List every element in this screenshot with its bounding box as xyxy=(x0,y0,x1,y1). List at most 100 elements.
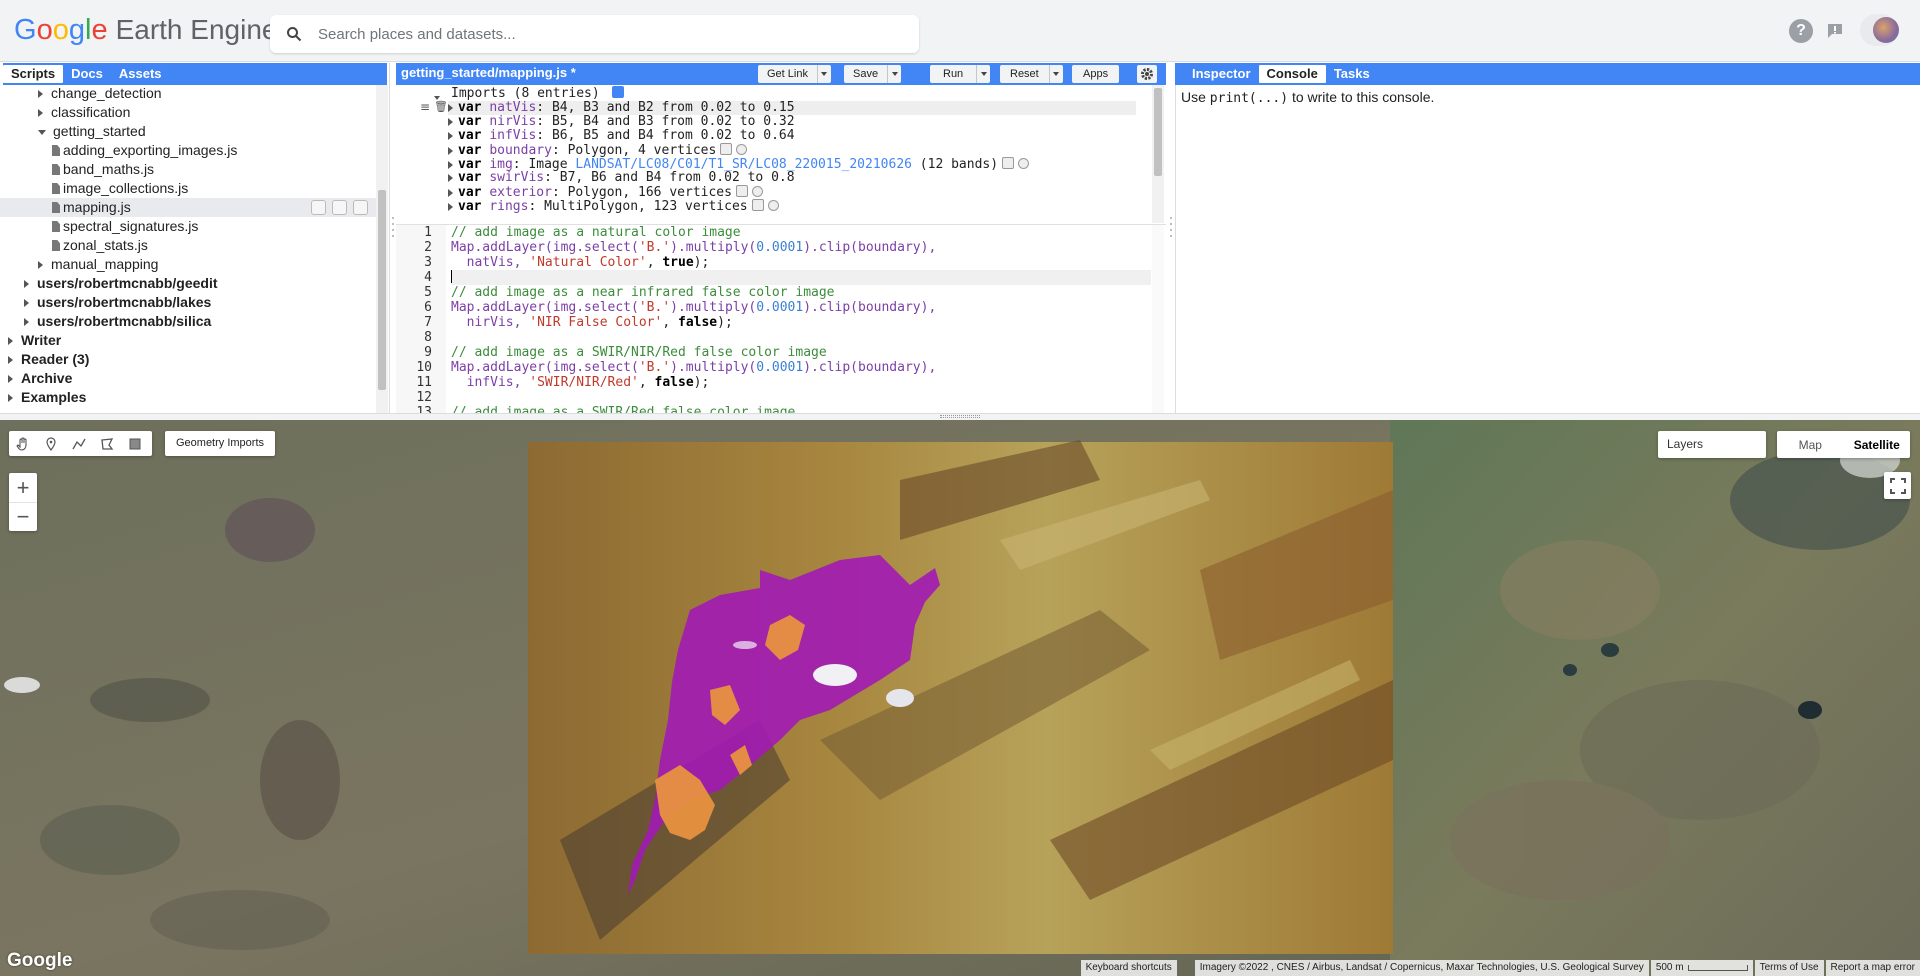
tree-folder[interactable]: Writer xyxy=(0,331,376,350)
fullscreen-icon[interactable] xyxy=(1884,472,1911,499)
tree-file[interactable]: zonal_stats.js xyxy=(0,236,376,255)
collapsed-arrow-icon[interactable] xyxy=(8,356,13,365)
file-icon[interactable] xyxy=(52,240,60,251)
file-icon[interactable] xyxy=(52,164,60,175)
search-input[interactable] xyxy=(318,25,898,43)
collapsed-arrow-icon[interactable] xyxy=(38,90,43,99)
scrollbar-thumb[interactable] xyxy=(1154,88,1162,176)
tree-folder[interactable]: users/robertmcnabb/silica xyxy=(0,312,376,331)
reset-button[interactable]: Reset xyxy=(1000,65,1063,83)
tree-folder[interactable]: Archive xyxy=(0,369,376,388)
right-splitter[interactable] xyxy=(1169,200,1173,260)
collapsed-arrow-icon[interactable] xyxy=(24,318,29,327)
tree-folder[interactable]: Reader (3) xyxy=(0,350,376,369)
run-button[interactable]: Run xyxy=(930,65,991,83)
import-name[interactable]: boundary xyxy=(489,143,552,158)
layers-button[interactable]: Layers xyxy=(1658,431,1766,458)
import-name[interactable]: infVis xyxy=(489,128,536,143)
show-on-map-icon[interactable] xyxy=(735,185,748,197)
expand-import-icon[interactable] xyxy=(448,188,453,197)
expand-import-icon[interactable] xyxy=(448,117,453,126)
import-name[interactable]: rings xyxy=(489,199,528,214)
import-settings-icon[interactable] xyxy=(767,200,779,211)
geometry-imports-button[interactable]: Geometry Imports xyxy=(165,431,275,456)
tree-file[interactable]: spectral_signatures.js xyxy=(0,217,376,236)
report-map-error-link[interactable]: Report a map error xyxy=(1825,960,1920,976)
file-icon[interactable] xyxy=(52,202,60,213)
import-name[interactable]: swirVis xyxy=(489,170,544,185)
tree-file[interactable]: band_maths.js xyxy=(0,160,376,179)
earth-engine-logo[interactable]: Google Earth Engine xyxy=(14,14,277,50)
tree-folder[interactable]: users/robertmcnabb/geedit xyxy=(0,274,376,293)
keyboard-shortcuts-link[interactable]: Keyboard shortcuts xyxy=(1080,960,1177,976)
draw-rectangle-icon[interactable] xyxy=(121,438,149,450)
expanded-arrow-icon[interactable] xyxy=(38,129,46,135)
imports-scrollbar[interactable] xyxy=(1152,85,1164,223)
history-icon[interactable] xyxy=(311,200,326,215)
import-name[interactable]: nirVis xyxy=(489,114,536,129)
get-link-button[interactable]: Get Link xyxy=(758,65,831,83)
import-name[interactable]: natVis xyxy=(489,100,536,115)
import-entry[interactable]: var swirVis: B7, B6 and B4 from 0.02 to … xyxy=(448,171,795,185)
zoom-out-button[interactable]: − xyxy=(9,502,37,531)
run-dropdown[interactable] xyxy=(976,65,990,83)
show-on-map-icon[interactable] xyxy=(1002,157,1015,169)
scrollbar-thumb[interactable] xyxy=(378,190,386,390)
show-on-map-icon[interactable] xyxy=(751,199,764,211)
expand-import-icon[interactable] xyxy=(448,202,453,211)
import-entry[interactable]: var rings: MultiPolygon, 123 vertices xyxy=(448,199,779,214)
expand-import-icon[interactable] xyxy=(448,160,453,169)
tree-file[interactable]: mapping.js xyxy=(0,198,376,217)
delete-icon[interactable] xyxy=(353,200,368,215)
imports-menu-icon[interactable]: ≡ xyxy=(420,100,430,114)
collapsed-arrow-icon[interactable] xyxy=(38,261,43,270)
add-marker-icon[interactable] xyxy=(37,436,65,451)
pan-hand-icon[interactable] xyxy=(9,437,37,451)
code-area[interactable]: 1 2 3 4 5 6 7 8 9 10 11 12 13 // add image as a natu… xyxy=(396,224,1166,413)
collapsed-arrow-icon[interactable] xyxy=(38,109,43,118)
collapsed-arrow-icon[interactable] xyxy=(24,299,29,308)
apps-button[interactable]: Apps xyxy=(1072,65,1120,83)
tab-assets[interactable]: Assets xyxy=(111,65,170,83)
code-scrollbar[interactable] xyxy=(1152,225,1164,413)
map-type-map[interactable]: Map xyxy=(1777,431,1844,458)
zoom-in-button[interactable]: + xyxy=(9,473,37,502)
tree-file[interactable]: image_collections.js xyxy=(0,179,376,198)
map-canvas[interactable]: Geometry Imports + − Layers Map Satellit… xyxy=(0,420,1920,976)
tree-folder[interactable]: manual_mapping xyxy=(0,255,376,274)
settings-gear-icon[interactable] xyxy=(1137,65,1157,83)
resize-grip[interactable] xyxy=(940,415,980,418)
file-icon[interactable] xyxy=(52,145,60,156)
import-settings-icon[interactable] xyxy=(736,144,748,155)
file-icon[interactable] xyxy=(52,183,60,194)
import-entry[interactable]: var boundary: Polygon, 4 vertices xyxy=(448,143,748,158)
collapsed-arrow-icon[interactable] xyxy=(24,280,29,289)
import-entry[interactable]: var infVis: B6, B5 and B4 from 0.02 to 0… xyxy=(448,129,795,143)
tab-inspector[interactable]: Inspector xyxy=(1184,65,1259,83)
tree-folder[interactable]: getting_started xyxy=(0,122,376,141)
file-icon[interactable] xyxy=(52,221,60,232)
import-settings-icon[interactable] xyxy=(751,186,763,197)
import-name[interactable]: exterior xyxy=(489,185,552,200)
collapsed-arrow-icon[interactable] xyxy=(8,394,13,403)
account-avatar[interactable] xyxy=(1860,14,1899,46)
import-settings-icon[interactable] xyxy=(1018,158,1030,169)
feedback-icon[interactable] xyxy=(1823,19,1847,43)
delete-imports-icon[interactable]: 🗑 xyxy=(434,100,448,113)
tree-folder[interactable]: Examples xyxy=(0,388,376,407)
tab-tasks[interactable]: Tasks xyxy=(1326,65,1378,83)
expand-import-icon[interactable] xyxy=(448,103,453,112)
reset-dropdown[interactable] xyxy=(1048,65,1063,83)
map-type-satellite[interactable]: Satellite xyxy=(1844,431,1911,458)
terms-of-use-link[interactable]: Terms of Use xyxy=(1754,960,1824,976)
left-splitter[interactable] xyxy=(391,200,395,260)
import-entry[interactable]: var natVis: B4, B3 and B2 from 0.02 to 0… xyxy=(448,101,1136,115)
get-link-dropdown[interactable] xyxy=(816,65,831,83)
save-dropdown[interactable] xyxy=(887,65,901,83)
tree-folder[interactable]: change_detection xyxy=(0,85,376,103)
collapsed-arrow-icon[interactable] xyxy=(8,337,13,346)
import-entry[interactable]: var img: Image LANDSAT/LC08/C01/T1_SR/LC… xyxy=(448,157,1030,172)
expand-import-icon[interactable] xyxy=(448,131,453,140)
show-on-map-icon[interactable] xyxy=(720,143,733,155)
save-button[interactable]: Save xyxy=(844,65,902,83)
